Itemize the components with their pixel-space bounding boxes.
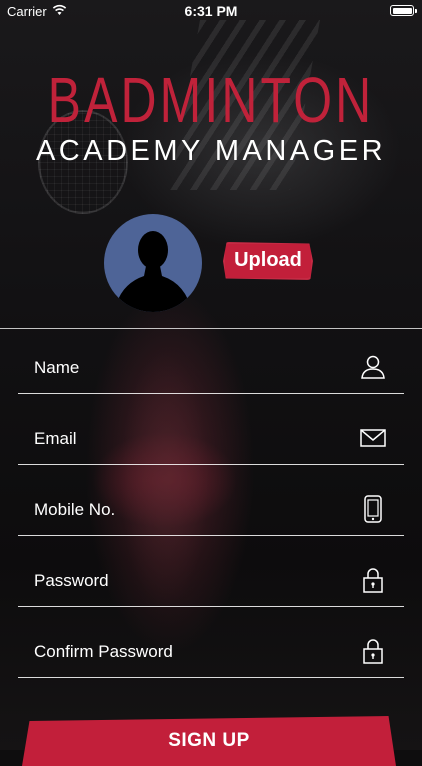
email-field-label: Email xyxy=(34,429,77,448)
mobile-phone-icon xyxy=(359,495,387,523)
password-field[interactable]: Password xyxy=(18,557,404,607)
mobile-field[interactable]: Mobile No. xyxy=(18,486,404,536)
lock-icon xyxy=(359,566,387,594)
battery-icon xyxy=(390,5,417,16)
app-logo-title: BADMINTON xyxy=(47,64,375,136)
email-field[interactable]: Email xyxy=(18,415,404,465)
name-field-label: Name xyxy=(34,358,80,377)
avatar[interactable] xyxy=(104,214,202,312)
confirm-password-field[interactable]: Confirm Password xyxy=(18,628,404,678)
person-silhouette-icon xyxy=(114,231,192,312)
sign-up-button[interactable]: SIGN UP xyxy=(22,716,396,766)
password-field-underline xyxy=(18,606,404,607)
email-field-underline xyxy=(18,464,404,465)
name-field-underline xyxy=(18,393,404,394)
confirm-password-field-label: Confirm Password xyxy=(34,642,173,661)
upload-photo-button[interactable]: Upload xyxy=(223,242,313,280)
section-divider xyxy=(0,328,422,329)
name-field[interactable]: Name xyxy=(18,344,404,394)
mobile-field-underline xyxy=(18,535,404,536)
app-logo-subtitle: ACADEMY MANAGER xyxy=(35,135,387,167)
user-icon xyxy=(359,353,387,381)
lock-icon xyxy=(359,637,387,665)
confirm-password-field-underline xyxy=(18,677,404,678)
status-bar: Carrier 6:31 PM xyxy=(0,0,422,22)
password-field-label: Password xyxy=(34,571,109,590)
mail-icon xyxy=(359,424,387,452)
clock: 6:31 PM xyxy=(184,3,238,19)
mobile-field-label: Mobile No. xyxy=(34,500,116,519)
